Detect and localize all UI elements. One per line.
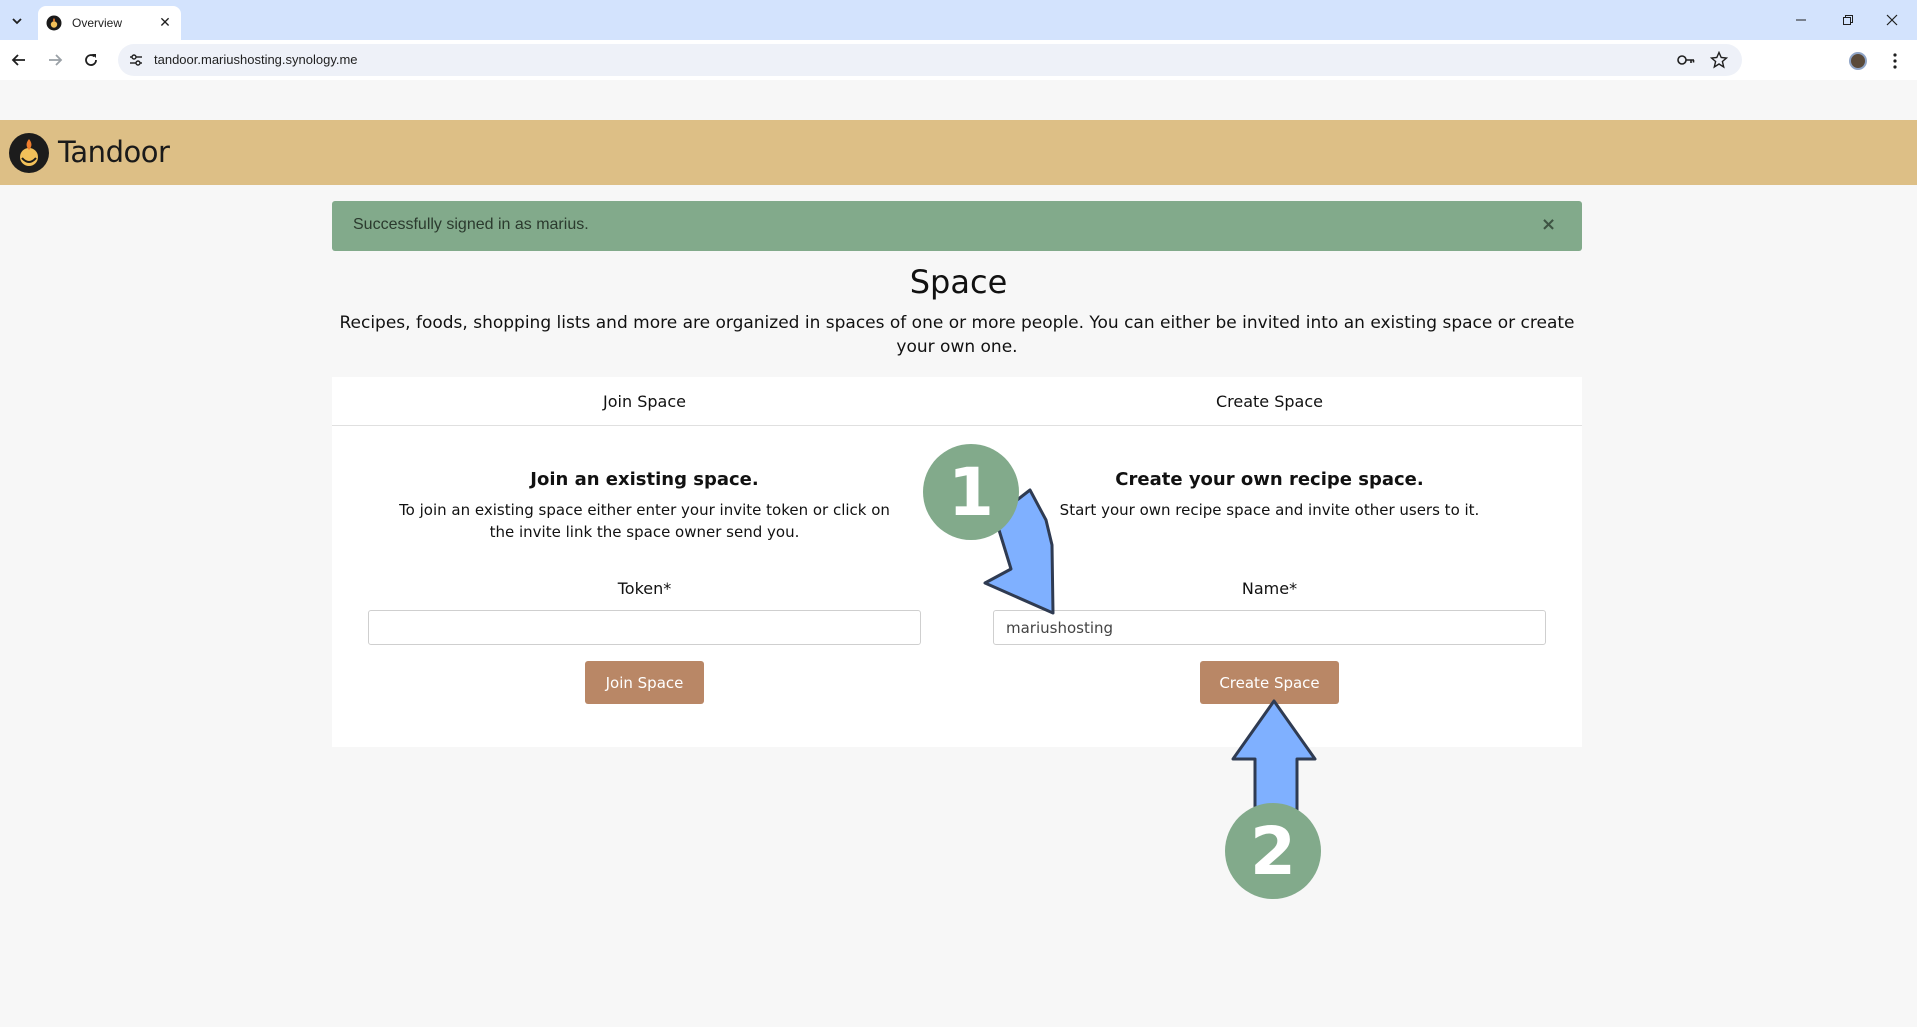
browser-tabstrip: Overview ✕ [0,0,1917,40]
password-key-icon[interactable] [1676,51,1696,69]
page-title: Space [909,263,1008,301]
browser-toolbar: tandoor.mariushosting.synology.me [0,40,1917,80]
create-space-button[interactable]: Create Space [1200,661,1339,704]
window-close-icon[interactable] [1877,8,1907,32]
create-description: Start your own recipe space and invite o… [1059,501,1480,519]
token-input[interactable] [368,610,921,645]
card-tabs: Join Space Create Space [332,377,1582,426]
alert-message: Successfully signed in as marius. [353,216,589,233]
app-brand[interactable]: Tandoor [58,135,170,169]
address-bar[interactable]: tandoor.mariushosting.synology.me [118,44,1742,76]
space-card: Join Space Create Space Join an existing… [332,377,1582,747]
join-heading: Join an existing space. [530,469,759,490]
app-navbar: Tandoor [0,120,1917,185]
name-label: Name* [1241,579,1298,598]
site-info-icon[interactable] [128,52,144,68]
tab-join-space[interactable]: Join Space [332,392,957,411]
tab-title: Overview [72,16,123,30]
reload-icon[interactable] [79,48,103,72]
join-space-button[interactable]: Join Space [585,661,704,704]
success-alert: Successfully signed in as marius. × [332,201,1582,251]
join-description: To join an existing space either enter y… [399,501,890,541]
forward-icon[interactable] [43,48,67,72]
back-icon[interactable] [7,48,31,72]
page-lead: Recipes, foods, shopping lists and more … [339,313,1575,357]
create-section: Create your own recipe space. Start your… [957,469,1582,521]
url-text: tandoor.mariushosting.synology.me [154,52,358,67]
create-heading: Create your own recipe space. [1115,469,1424,490]
bookmark-star-icon[interactable] [1710,51,1728,69]
step-2-badge: 2 [1225,803,1321,899]
name-input[interactable]: mariushosting [993,610,1546,645]
tandoor-favicon-icon [46,15,62,31]
tab-create-space[interactable]: Create Space [957,392,1582,411]
tandoor-logo-icon[interactable] [8,132,50,174]
minimize-icon[interactable] [1786,8,1816,32]
browser-tab-overview[interactable]: Overview ✕ [38,6,181,40]
alert-close-icon[interactable]: × [1541,214,1556,235]
restore-icon[interactable] [1833,8,1863,32]
profile-avatar[interactable] [1849,52,1867,70]
join-section: Join an existing space. To join an exist… [332,469,957,543]
tab-close-icon[interactable]: ✕ [157,15,173,31]
browser-menu-icon[interactable] [1885,50,1905,72]
token-label: Token* [617,579,672,598]
tab-search-icon[interactable] [5,9,29,33]
step-1-badge: 1 [923,444,1019,540]
